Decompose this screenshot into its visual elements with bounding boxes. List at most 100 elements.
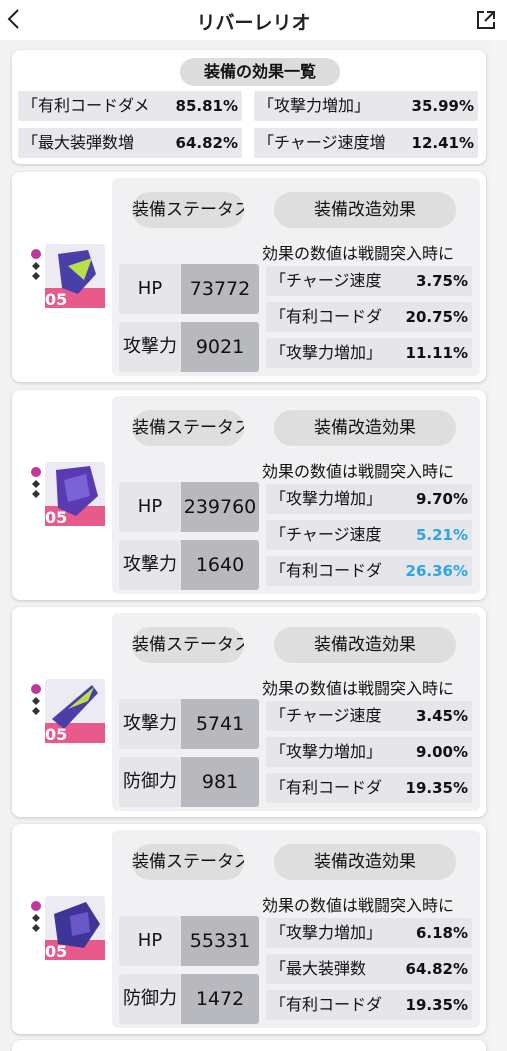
tab-modification-effects[interactable]: 装備改造効果	[274, 627, 456, 663]
mod-effect-row: 「有利コードダ 19.35%	[266, 990, 472, 1020]
stat-row: HP 73772	[119, 264, 259, 314]
mod-effect-row: 「有利コードダ 20.75%	[266, 302, 472, 332]
mod-label: 「攻撃力増加」	[270, 489, 383, 508]
mod-value: 19.35%	[403, 773, 468, 803]
mod-label: 「攻撃力増加」	[270, 742, 383, 761]
stat-row: HP 55331	[119, 916, 259, 966]
mod-value: 3.75%	[413, 266, 468, 296]
effects-summary-card: 装備の効果一覧 「有利コードダメ 85.81% 「攻撃力増加」 35.99% 「…	[12, 50, 486, 164]
tab-modification-effects[interactable]: 装備改造効果	[274, 192, 456, 228]
effect-note: 効果の数値は戦闘突入時に	[262, 896, 455, 915]
equipment-card: 05 装備ステータス 装備改造効果 HP 73772 攻撃力 9021 効果の数…	[12, 172, 486, 382]
tab-modification-effects[interactable]: 装備改造効果	[274, 844, 456, 880]
stat-value: 981	[181, 757, 259, 807]
mod-value: 5.21%	[413, 520, 468, 550]
stat-label: 防御力	[123, 988, 177, 1009]
equipment-level: 05	[45, 942, 68, 961]
summary-effect-item: 「攻撃力増加」 35.99%	[254, 91, 478, 121]
stat-value: 73772	[181, 264, 259, 314]
effect-note: 効果の数値は戦闘突入時に	[262, 462, 455, 481]
equipment-detail-panel: 装備ステータス 装備改造効果 攻撃力 5741 防御力 981 効果の数値は戦闘…	[112, 613, 480, 811]
effect-note: 効果の数値は戦闘突入時に	[262, 244, 455, 263]
stat-row: 攻撃力 5741	[119, 699, 259, 749]
equipment-level: 05	[45, 290, 68, 309]
mod-label: 「有利コードダ	[270, 307, 383, 326]
effect-label: 「攻撃力増加」	[258, 96, 371, 115]
summary-effect-item: 「有利コードダメ 85.81%	[18, 91, 242, 121]
mod-effect-row: 「攻撃力増加」 6.18%	[266, 918, 472, 948]
scrollbar[interactable]	[490, 40, 507, 1051]
stat-row: HP 239760	[119, 482, 259, 532]
stat-label: HP	[137, 496, 163, 517]
tab-modification-effects[interactable]: 装備改造効果	[274, 410, 456, 446]
top-bar: リバーレリオ	[0, 0, 507, 40]
equipment-thumbnail[interactable]: 05	[28, 679, 106, 744]
stat-label: 攻撃力	[123, 713, 177, 734]
tab-equipment-status[interactable]: 装備ステータス	[132, 627, 244, 663]
mod-effect-row: 「攻撃力増加」 9.00%	[266, 737, 472, 767]
equipment-thumbnail[interactable]: 05	[28, 896, 106, 961]
effect-note: 効果の数値は戦闘突入時に	[262, 679, 455, 698]
equipment-detail-panel: 装備ステータス 装備改造効果 HP 73772 攻撃力 9021 効果の数値は戦…	[112, 178, 480, 376]
mod-effect-row: 「有利コードダ 26.36%	[266, 556, 472, 586]
stat-value: 239760	[181, 482, 259, 532]
effect-label: 「チャージ速度増	[258, 133, 386, 152]
stat-value: 5741	[181, 699, 259, 749]
stat-value: 1472	[181, 974, 259, 1024]
mod-label: 「最大装弾数	[270, 959, 367, 978]
equipment-card: 05 装備ステータス 装備改造効果 攻撃力 5741 防御力 981 効果の数値…	[12, 607, 486, 817]
stat-row: 防御力 981	[119, 757, 259, 807]
stat-value: 1640	[181, 540, 259, 590]
mod-label: 「有利コードダ	[270, 778, 383, 797]
mod-value: 6.18%	[413, 918, 468, 948]
external-link-icon	[477, 11, 495, 29]
mod-label: 「チャージ速度	[270, 706, 382, 725]
next-card-edge	[12, 1040, 486, 1051]
effect-value: 12.41%	[409, 128, 474, 158]
tab-equipment-status[interactable]: 装備ステータス	[132, 410, 244, 446]
stat-row: 攻撃力 9021	[119, 322, 259, 372]
tab-equipment-status[interactable]: 装備ステータス	[132, 844, 244, 880]
mod-value: 20.75%	[403, 302, 468, 332]
mod-effect-row: 「攻撃力増加」 9.70%	[266, 484, 472, 514]
mod-label: 「有利コードダ	[270, 995, 383, 1014]
stat-label: 防御力	[123, 771, 177, 792]
stat-label: HP	[137, 278, 163, 299]
equipment-detail-panel: 装備ステータス 装備改造効果 HP 55331 防御力 1472 効果の数値は戦…	[112, 830, 480, 1028]
mod-value: 64.82%	[403, 954, 468, 984]
mod-effect-row: 「攻撃力増加」 11.11%	[266, 338, 472, 368]
mod-value: 9.70%	[413, 484, 468, 514]
mod-value: 26.36%	[403, 556, 468, 586]
stat-label: 攻撃力	[123, 336, 177, 357]
equipment-level: 05	[45, 508, 68, 527]
mod-label: 「有利コードダ	[270, 561, 383, 580]
mod-effect-row: 「有利コードダ 19.35%	[266, 773, 472, 803]
summary-title: 装備の効果一覧	[180, 58, 340, 86]
stat-row: 防御力 1472	[119, 974, 259, 1024]
mod-value: 9.00%	[413, 737, 468, 767]
summary-effect-item: 「最大装弾数増 64.82%	[18, 128, 242, 158]
open-external-button[interactable]	[475, 9, 497, 31]
equipment-level: 05	[45, 725, 68, 744]
effect-value: 35.99%	[409, 91, 474, 121]
mod-value: 19.35%	[403, 990, 468, 1020]
effect-label: 「最大装弾数増	[22, 133, 135, 152]
summary-effect-item: 「チャージ速度増 12.41%	[254, 128, 478, 158]
equipment-card: 05 装備ステータス 装備改造効果 HP 239760 攻撃力 1640 効果の…	[12, 390, 486, 600]
page-title: リバーレリオ	[196, 12, 311, 34]
mod-effect-row: 「最大装弾数 64.82%	[266, 954, 472, 984]
equipment-thumbnail[interactable]: 05	[28, 244, 106, 309]
stat-value: 55331	[181, 916, 259, 966]
effect-label: 「有利コードダメ	[22, 96, 150, 115]
mod-label: 「チャージ速度	[270, 525, 382, 544]
mod-effect-row: 「チャージ速度 3.75%	[266, 266, 472, 296]
equipment-thumbnail[interactable]: 05	[28, 462, 106, 527]
stat-label: 攻撃力	[123, 554, 177, 575]
mod-effect-row: 「チャージ速度 5.21%	[266, 520, 472, 550]
equipment-detail-panel: 装備ステータス 装備改造効果 HP 239760 攻撃力 1640 効果の数値は…	[112, 396, 480, 594]
mod-label: 「攻撃力増加」	[270, 923, 383, 942]
stat-label: HP	[137, 930, 163, 951]
mod-value: 11.11%	[403, 338, 468, 368]
tab-equipment-status[interactable]: 装備ステータス	[132, 192, 244, 228]
mod-label: 「攻撃力増加」	[270, 343, 383, 362]
